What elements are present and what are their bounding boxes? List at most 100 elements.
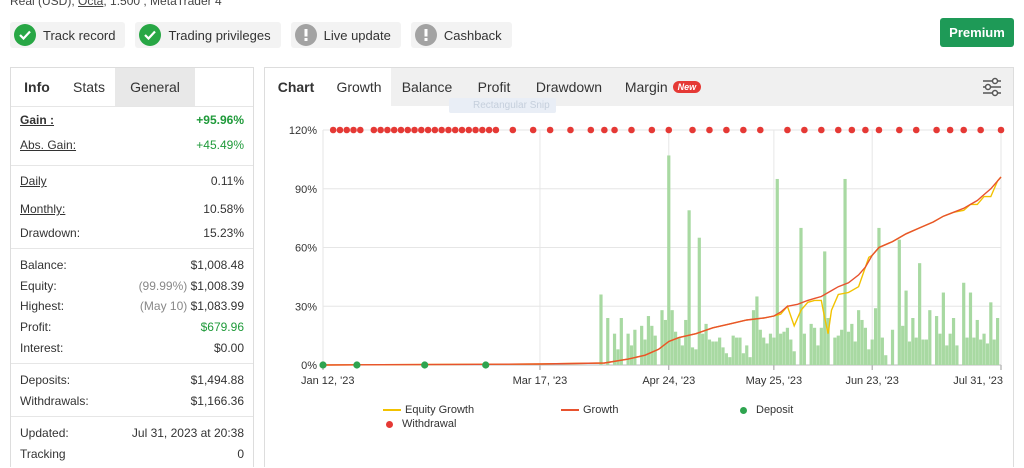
- badge-label: Live update: [323, 27, 391, 43]
- withdrawal-marker: [546, 126, 554, 134]
- growth-chart[interactable]: 0% 30% 60% 90% 120% Jan 12, '23 Mar 17, '23 Apr…: [265, 106, 1013, 468]
- withdrawal-marker: [529, 126, 537, 134]
- profit-bar: [680, 345, 684, 365]
- legend-deposit[interactable]: Deposit: [735, 404, 793, 416]
- profit-bar: [989, 302, 993, 365]
- withdrawal-marker: [611, 126, 618, 134]
- y-tick-label: 120%: [289, 125, 317, 137]
- profit-bar: [660, 310, 664, 365]
- withdrawal-marker: [418, 126, 425, 134]
- tab-growth[interactable]: Growth: [327, 68, 391, 106]
- interest-label: Interest:: [20, 341, 64, 355]
- profit-bar: [819, 327, 823, 365]
- profit-bar: [694, 349, 698, 365]
- badge-label: Cashback: [443, 27, 502, 43]
- tab-stats[interactable]: Stats: [63, 68, 115, 106]
- profit-bar: [975, 319, 979, 365]
- withdrawal-marker: [485, 126, 493, 134]
- x-tick-label: Mar 17, '23: [513, 375, 568, 387]
- drawdown-label: Drawdown:: [20, 226, 81, 240]
- profit-bar: [867, 349, 871, 365]
- stat-profit: Profit: $679.96: [20, 320, 244, 334]
- profit-bar: [599, 294, 603, 365]
- profit-bar: [633, 329, 637, 365]
- withdrawal-marker: [912, 126, 920, 134]
- profit-bar: [687, 210, 691, 365]
- x-tick-label: Jul 31, '23: [953, 375, 1003, 387]
- stat-withdrawals: Withdrawals: $1,166.36: [20, 394, 244, 408]
- profit-bar: [799, 227, 803, 365]
- profit-bar: [907, 341, 912, 365]
- profit-bar: [714, 341, 718, 365]
- updated-label: Updated:: [20, 426, 69, 440]
- profit-bar: [965, 337, 969, 365]
- daily-label[interactable]: Daily: [20, 174, 47, 188]
- broker-link[interactable]: Octa: [78, 0, 103, 8]
- chart-settings-icon[interactable]: [981, 76, 1003, 98]
- legend-withdrawal[interactable]: Withdrawal: [381, 418, 456, 430]
- withdrawal-marker: [567, 126, 574, 134]
- deposit-marker: [319, 361, 327, 369]
- profit-bar: [728, 357, 732, 365]
- profit-bar: [948, 333, 952, 365]
- profit-bar: [890, 329, 895, 365]
- legend-growth[interactable]: Growth: [561, 404, 618, 416]
- profit-bar: [802, 333, 806, 365]
- growth-swatch: [561, 409, 579, 411]
- badge-trading-privileges[interactable]: Trading privileges: [135, 22, 281, 48]
- profit-bar: [870, 339, 874, 365]
- withdrawal-marker: [336, 126, 344, 134]
- stat-monthly: Monthly: 10.58%: [20, 202, 244, 216]
- profit-bar: [724, 353, 729, 365]
- withdrawal-marker: [834, 126, 842, 134]
- profit-bar: [758, 329, 762, 365]
- tab-info[interactable]: Info: [11, 68, 63, 106]
- profit-bar: [823, 251, 827, 365]
- equity-growth-swatch: [383, 409, 401, 411]
- profit-bar: [982, 333, 986, 365]
- withdrawal-marker: [601, 126, 608, 134]
- withdrawal-marker: [818, 126, 825, 134]
- profit-bar: [934, 316, 939, 365]
- withdrawal-marker: [424, 126, 432, 134]
- profit-bar: [853, 341, 857, 365]
- tab-general[interactable]: General: [115, 68, 195, 106]
- profit-bar: [626, 333, 630, 365]
- monthly-label[interactable]: Monthly:: [20, 202, 65, 216]
- badge-track-record[interactable]: Track record: [10, 22, 126, 48]
- tab-margin[interactable]: Margin New: [613, 68, 713, 106]
- profit-bar: [812, 327, 817, 365]
- withdrawal-marker: [740, 126, 747, 134]
- profit-bar: [809, 323, 813, 365]
- profit-bar: [846, 331, 851, 365]
- profit-bar: [979, 339, 983, 365]
- profit-bar: [857, 310, 861, 365]
- premium-button[interactable]: Premium: [940, 18, 1014, 47]
- withdrawal-marker: [628, 126, 635, 134]
- gain-label[interactable]: Gain :: [20, 113, 54, 127]
- badge-cashback[interactable]: Cashback: [410, 22, 512, 48]
- tab-chart[interactable]: Chart: [265, 68, 327, 106]
- withdrawal-marker: [370, 126, 378, 134]
- y-tick-label: 30%: [295, 301, 317, 313]
- withdrawal-marker: [445, 126, 452, 134]
- x-tick-label: May 25, '23: [746, 375, 803, 387]
- highest-value: $1,083.99: [190, 299, 244, 313]
- badge-live-update[interactable]: Live update: [290, 22, 401, 48]
- profit-bar: [606, 318, 610, 365]
- stats-panel: Info Stats General Gain : +95.96% Abs. G…: [10, 67, 254, 467]
- withdrawal-marker: [875, 126, 883, 134]
- withdrawal-marker: [458, 126, 466, 134]
- profit-bar: [619, 318, 623, 365]
- profit-bar: [843, 178, 847, 365]
- profit-bar: [863, 327, 867, 365]
- abs-gain-label[interactable]: Abs. Gain:: [20, 138, 76, 152]
- profit-bar: [779, 333, 783, 365]
- legend-equity-growth[interactable]: Equity Growth: [383, 404, 474, 416]
- profit-bar: [616, 349, 620, 365]
- profit-bar: [945, 345, 949, 365]
- withdrawal-marker: [431, 126, 439, 134]
- profit-bar: [741, 353, 745, 365]
- profit-bar: [911, 318, 915, 365]
- profit-bar: [904, 290, 908, 365]
